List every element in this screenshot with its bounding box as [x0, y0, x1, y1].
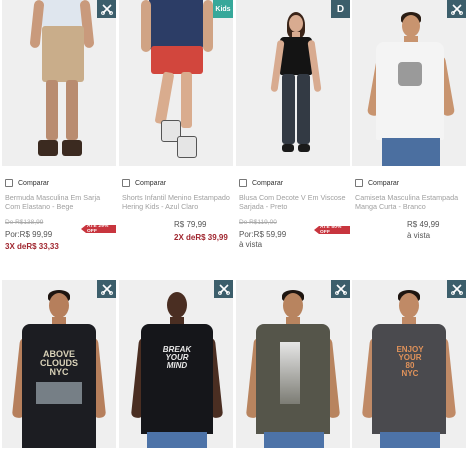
product-image[interactable]: ENJOY YOUR 80 NYC	[352, 280, 466, 448]
product-name[interactable]: Shorts Infantil Menino Estampado Hering …	[122, 193, 234, 211]
product-name[interactable]: Bermuda Masculina Em Sarja Com Elastano …	[5, 193, 117, 211]
badge	[447, 0, 466, 18]
scissors-icon	[450, 284, 463, 295]
product-name[interactable]: Camiseta Masculina Estampada Manga Curta…	[355, 193, 467, 211]
old-price: De R$119,00	[239, 219, 277, 226]
product-image[interactable]: D	[236, 0, 350, 166]
model-figure	[119, 0, 233, 166]
checkbox-box[interactable]	[5, 179, 13, 187]
model-figure	[236, 280, 350, 448]
checkbox-box[interactable]	[355, 179, 363, 187]
compare-label: Comparar	[368, 179, 400, 187]
shirt-print: ABOVE CLOUDS NYC	[40, 349, 78, 377]
badge-d: D	[331, 0, 350, 18]
product-image[interactable]	[352, 0, 466, 166]
model-figure	[236, 0, 350, 166]
installment-price: 2X deR$ 39,99	[174, 233, 228, 242]
installment-price: 3X deR$ 33,33	[5, 242, 59, 251]
product-card[interactable]: BREAK YOUR MIND	[119, 280, 233, 448]
price: Por:R$ 99,99	[5, 230, 53, 239]
product-image[interactable]: BREAK YOUR MIND	[119, 280, 233, 448]
scissors-icon	[217, 284, 230, 295]
model-figure: ABOVE CLOUDS NYC	[2, 280, 116, 448]
compare-label: Comparar	[18, 179, 50, 187]
payment-note: à vista	[407, 231, 431, 240]
checkbox-box[interactable]	[122, 179, 130, 187]
price: R$ 49,99	[407, 220, 440, 229]
badge	[447, 280, 466, 298]
product-card[interactable]: ENJOY YOUR 80 NYC	[352, 280, 466, 448]
badge-kids: Kids	[213, 0, 233, 18]
model-figure: BREAK YOUR MIND	[119, 280, 233, 448]
product-card[interactable]: Comparar Camiseta Masculina Estampada Ma…	[352, 0, 466, 260]
shirt-print: BREAK YOUR MIND	[162, 345, 192, 370]
badge	[214, 280, 233, 298]
product-image[interactable]: ABOVE CLOUDS NYC	[2, 280, 116, 448]
payment-note: à vista	[239, 240, 263, 249]
model-figure	[352, 0, 466, 166]
compare-label: Comparar	[252, 179, 284, 187]
shirt-print: ENJOY YOUR 80 NYC	[396, 345, 424, 378]
badge	[331, 280, 350, 298]
scissors-icon	[100, 284, 113, 295]
discount-tag: ATÉ 50% OFF	[314, 226, 350, 234]
product-card[interactable]: ABOVE CLOUDS NYC	[2, 280, 116, 448]
product-card[interactable]: Comparar Bermuda Masculina Em Sarja Com …	[2, 0, 116, 260]
badge	[97, 280, 116, 298]
compare-checkbox[interactable]: Comparar	[239, 179, 283, 187]
product-card[interactable]: D Comparar Blusa Com Decote V Em Viscose…	[236, 0, 350, 260]
compare-label: Comparar	[135, 179, 167, 187]
product-image[interactable]: Kids	[119, 0, 233, 166]
model-figure: ENJOY YOUR 80 NYC	[352, 280, 466, 448]
compare-checkbox[interactable]: Comparar	[5, 179, 49, 187]
badge	[97, 0, 116, 18]
compare-checkbox[interactable]: Comparar	[122, 179, 166, 187]
product-card[interactable]	[236, 280, 350, 448]
product-name[interactable]: Blusa Com Decote V Em Viscose Sarjada - …	[239, 193, 351, 211]
price: R$ 79,99	[174, 220, 207, 229]
model-figure	[2, 0, 116, 166]
checkbox-box[interactable]	[239, 179, 247, 187]
price: Por:R$ 59,99	[239, 230, 287, 239]
discount-tag: ATÉ 29% OFF	[81, 225, 116, 233]
compare-checkbox[interactable]: Comparar	[355, 179, 399, 187]
old-price: De R$138,99	[5, 219, 44, 226]
scissors-icon	[100, 4, 113, 15]
product-image[interactable]	[236, 280, 350, 448]
scissors-icon	[450, 4, 463, 15]
product-image[interactable]	[2, 0, 116, 166]
product-card[interactable]: Kids Comparar Shorts Infantil Menino Est…	[119, 0, 233, 260]
scissors-icon	[334, 284, 347, 295]
